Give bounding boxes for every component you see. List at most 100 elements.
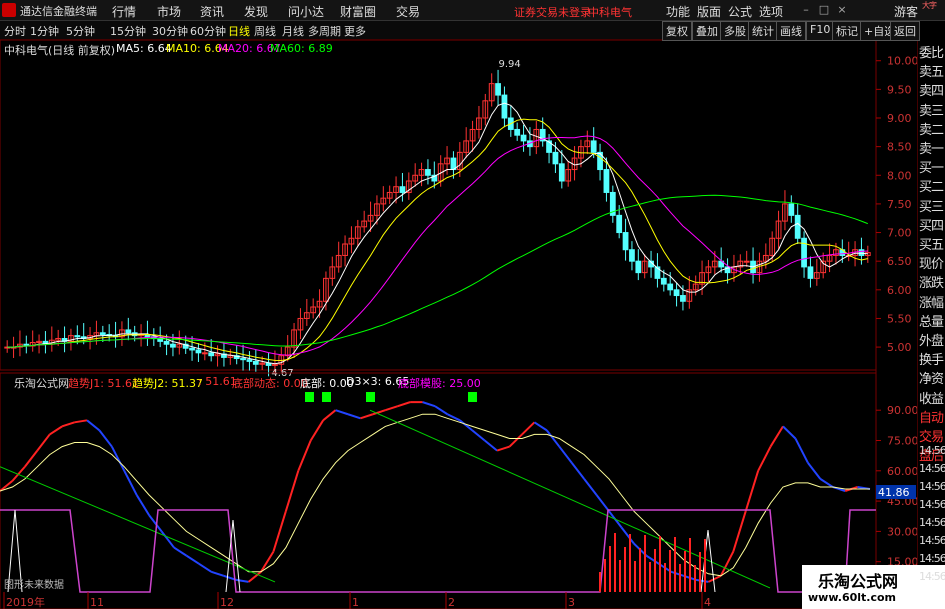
sidebar-time-7: 14:56 [919,570,945,583]
candle-body-66 [425,169,431,176]
j1-seg-15 [173,546,187,557]
sidebar-item-6[interactable]: 买一 [919,157,944,176]
sidebar-item-18[interactable]: 收益 [919,388,944,407]
candle-body-78 [501,94,508,119]
minimize-icon[interactable]: – [800,3,812,16]
candle-body-125 [801,237,807,268]
sidebar-corner[interactable]: 大字 [922,0,937,11]
ytick-label-2: 9.00 [887,112,912,125]
ind-tick-label-4: 30.00 [887,525,917,538]
j1-seg-30 [360,413,374,420]
sidebar-item-0[interactable]: 委比 [919,42,944,61]
trade-login-warning[interactable]: 证券交易未登录 [514,4,591,20]
indicator-name[interactable]: 乐淘公式网 [14,375,69,391]
menu-0[interactable]: 行情 [112,3,136,20]
sidebar-item-10[interactable]: 买五 [919,234,944,253]
guest-account[interactable]: 游客 [894,3,918,20]
period-8[interactable]: 月线 [282,23,304,39]
xtick-label-0: 2019年 [6,595,45,609]
tool-3[interactable]: 统计 [748,21,778,41]
j1-seg-29 [347,413,361,420]
j1-seg-23 [272,510,287,552]
close-icon[interactable]: × [836,3,848,16]
tool-6[interactable]: 标记 [832,21,862,41]
indicator-label-3: 底部动态: 0.00 [232,377,308,390]
sidebar-time-3: 14:56 [919,498,945,511]
ytick-label-4: 8.00 [887,169,912,182]
ind-tick-label-1: 75.00 [887,435,917,448]
j1-seg-28 [335,409,349,416]
j2-line [0,413,870,577]
sidebar-item-14[interactable]: 总量 [919,311,944,330]
j1-seg-66 [807,462,822,480]
period-6[interactable]: 日线 [228,23,250,39]
sidebar-item-1[interactable]: 卖五 [919,61,944,80]
ma-line-1 [7,118,868,362]
j1-seg-67 [819,478,834,488]
sidebar-item-15[interactable]: 外盘 [919,330,944,349]
indicator-label-6: 底部模股: 25.00 [398,377,481,390]
sidebar-item-11[interactable]: 现价 [919,253,944,272]
tool-5[interactable]: F10 [806,21,835,41]
right-menu-1[interactable]: 版面 [697,3,721,20]
j1-seg-64 [782,425,797,440]
ind-tick-label-2: 60.00 [887,465,917,478]
sidebar-time-6: 14:56 [919,552,945,565]
j1-seg-8 [86,419,101,432]
sidebar-item-8[interactable]: 买三 [919,196,944,215]
candle-body-92 [590,140,597,153]
sidebar-item-7[interactable]: 买二 [919,176,944,195]
maximize-icon[interactable]: □ [818,3,830,16]
chart-area[interactable]: 10.00 9.50 9.00 8.50 8.00 7.50 7.00 6.50 6.00 5.5… [0,40,917,609]
candle-body-126 [807,266,814,279]
tool-0[interactable]: 复权 [662,21,692,41]
tool-1[interactable]: 叠加 [692,21,722,41]
period-7[interactable]: 周线 [254,23,276,39]
tool-8[interactable]: 返回 [890,21,920,41]
sidebar-item-13[interactable]: 涨幅 [919,292,944,311]
period-3[interactable]: 15分钟 [110,23,146,39]
sidebar-item-4[interactable]: 卖二 [919,119,944,138]
sidebar-item-16[interactable]: 换手 [919,349,944,368]
j1-seg-62 [757,446,772,472]
sidebar-item-5[interactable]: 卖一 [919,138,944,157]
menu-2[interactable]: 资讯 [200,3,224,20]
candle-body-98 [629,249,635,262]
candle-body-11 [74,335,81,338]
sidebar-item-3[interactable]: 卖三 [919,100,944,119]
menu-5[interactable]: 财富圈 [340,3,376,20]
period-1[interactable]: 1分钟 [30,23,59,39]
bottom-note: 图形未来数据 [4,578,64,591]
right-menu-2[interactable]: 公式 [728,3,752,20]
menu-3[interactable]: 发现 [244,3,268,20]
j1-seg-27 [322,409,337,422]
menu-1[interactable]: 市场 [157,3,181,20]
period-9[interactable]: 多周期 [308,23,341,39]
sidebar-item-20[interactable]: 交易 [919,426,944,445]
candle-body-87 [558,163,565,182]
tool-2[interactable]: 多股 [720,21,750,41]
right-menu-3[interactable]: 选项 [759,3,783,20]
j1-seg-4 [36,433,51,452]
period-0[interactable]: 分时 [4,23,26,39]
right-menu-0[interactable]: 功能 [666,3,690,20]
menu-6[interactable]: 交易 [396,3,420,20]
candle-body-94 [603,169,610,193]
sidebar-item-2[interactable]: 卖四 [919,80,944,99]
j1-seg-20 [235,578,249,583]
sidebar-item-17[interactable]: 净资 [919,368,944,387]
period-5[interactable]: 60分钟 [190,23,226,39]
period-2[interactable]: 5分钟 [66,23,95,39]
sidebar-time-4: 14:56 [919,516,945,529]
sidebar-item-19[interactable]: 自动 [919,407,944,426]
j1-seg-45 [546,429,561,448]
xtick-label-4: 2 [448,596,455,609]
ytick-label-6: 7.00 [887,227,912,240]
tool-4[interactable]: 画线 [776,21,806,41]
period-4[interactable]: 30分钟 [152,23,188,39]
sidebar-item-12[interactable]: 涨跌 [919,272,944,291]
menu-4[interactable]: 问小达 [288,3,324,20]
xtick-label-2: 12 [220,596,234,609]
sidebar-item-9[interactable]: 买四 [919,215,944,234]
period-10[interactable]: 更多 [344,23,366,39]
